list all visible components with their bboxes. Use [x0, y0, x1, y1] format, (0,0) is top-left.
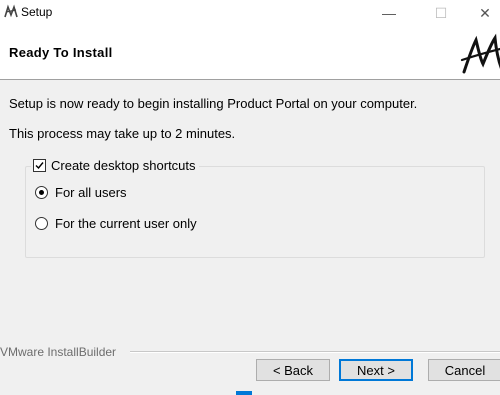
radio-current-user[interactable]: For the current user only — [35, 216, 197, 231]
shortcuts-group — [25, 166, 485, 258]
page-title: Ready To Install — [9, 45, 113, 60]
taskbar-indicator — [236, 391, 252, 395]
minimize-button[interactable]: — — [366, 0, 412, 26]
radio-unselected-icon[interactable] — [35, 217, 48, 230]
next-button[interactable]: Next > — [339, 359, 413, 381]
window-title: Setup — [21, 5, 53, 19]
maximize-icon: ☐ — [434, 4, 448, 21]
close-icon: ✕ — [479, 4, 491, 21]
radio-all-users-label: For all users — [55, 185, 127, 200]
app-icon — [3, 4, 19, 20]
title-bar[interactable]: Setup — ☐ ✕ — [0, 0, 500, 26]
checkbox-checked-icon[interactable] — [33, 159, 46, 172]
radio-selected-icon[interactable] — [35, 186, 48, 199]
footer-divider — [130, 351, 500, 353]
header-panel: Ready To Install — [0, 26, 500, 80]
minimize-icon: — — [382, 5, 396, 21]
close-button[interactable]: ✕ — [462, 0, 500, 26]
radio-all-users[interactable]: For all users — [35, 185, 127, 200]
back-button[interactable]: < Back — [256, 359, 330, 381]
brand-label: VMware InstallBuilder — [0, 345, 121, 359]
desktop-shortcuts-label: Create desktop shortcuts — [51, 158, 196, 173]
desktop-shortcuts-checkbox[interactable]: Create desktop shortcuts — [31, 158, 199, 173]
maximize-button[interactable]: ☐ — [418, 0, 464, 26]
ready-message: Setup is now ready to begin installing P… — [9, 96, 418, 111]
radio-current-user-label: For the current user only — [55, 216, 197, 231]
installbuilder-logo-icon — [458, 30, 500, 80]
duration-message: This process may take up to 2 minutes. — [9, 126, 236, 141]
cancel-button[interactable]: Cancel — [428, 359, 500, 381]
setup-window: Setup — ☐ ✕ Ready To Install Setup is no… — [0, 0, 500, 395]
